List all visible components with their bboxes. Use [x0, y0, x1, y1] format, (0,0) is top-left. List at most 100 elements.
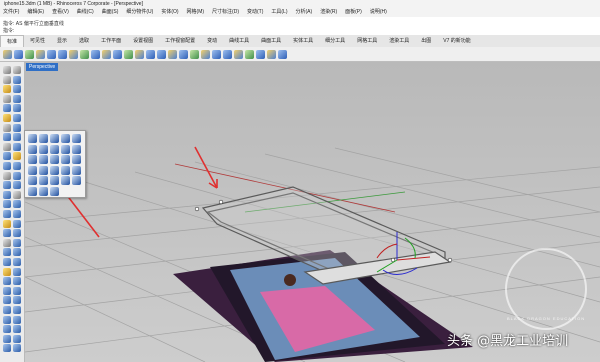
solid-tool-18-icon[interactable] — [50, 165, 59, 175]
tab-curve-tools[interactable]: 曲线工具 — [223, 35, 255, 47]
toolbar-13-icon[interactable] — [135, 49, 144, 59]
toolbar-4-icon[interactable] — [36, 49, 45, 59]
solid-tool-7-icon[interactable] — [39, 144, 48, 154]
command-prompt[interactable]: 指令: — [3, 27, 14, 34]
tool-51-icon[interactable] — [3, 306, 11, 314]
solid-tool-6-icon[interactable] — [28, 144, 37, 154]
tool-26-icon[interactable] — [13, 181, 21, 190]
solid-tool-3-icon[interactable] — [50, 134, 59, 143]
solid-tool-12-icon[interactable] — [39, 155, 48, 164]
tool-50-icon[interactable] — [13, 296, 21, 305]
tool-22-icon[interactable] — [13, 162, 21, 170]
tool-24-icon[interactable] — [13, 171, 21, 180]
toolbar-23-icon[interactable] — [245, 49, 254, 59]
menu-surface[interactable]: 曲面(S) — [99, 8, 124, 17]
tool-48-icon[interactable] — [13, 286, 21, 295]
solid-tool-1-icon[interactable] — [28, 134, 37, 143]
tool-14-icon[interactable] — [13, 123, 21, 132]
tool-4-icon[interactable] — [13, 75, 21, 84]
tool-37-icon[interactable] — [3, 238, 11, 247]
toolbar-11-icon[interactable] — [113, 49, 122, 59]
tool-31-icon[interactable] — [3, 210, 11, 218]
tool-32-icon[interactable] — [13, 210, 21, 218]
menu-edit[interactable]: 编辑(E) — [24, 8, 49, 17]
toolbar-18-icon[interactable] — [190, 49, 199, 59]
solid-tool-28-icon[interactable] — [50, 186, 59, 196]
solid-tool-4-icon[interactable] — [61, 134, 70, 143]
solid-tool-27-icon[interactable] — [39, 186, 48, 196]
tool-12-icon[interactable] — [13, 114, 21, 122]
tool-57-icon[interactable] — [3, 334, 11, 343]
tool-46-icon[interactable] — [13, 277, 21, 286]
tool-56-icon[interactable] — [13, 325, 21, 334]
toolbar-17-icon[interactable] — [179, 49, 188, 59]
tool-42-icon[interactable] — [13, 258, 21, 266]
toolbar-5-icon[interactable] — [47, 49, 56, 59]
tab-new-in-v7[interactable]: V7 的新功能 — [437, 35, 477, 47]
tool-9-icon[interactable] — [3, 104, 11, 113]
tool-25-icon[interactable] — [3, 181, 11, 190]
solid-tool-23-icon[interactable] — [50, 176, 59, 185]
tool-45-icon[interactable] — [3, 277, 11, 286]
tool-39-icon[interactable] — [3, 248, 11, 257]
toolbar-21-icon[interactable] — [223, 49, 232, 59]
toolbar-7-icon[interactable] — [69, 49, 78, 59]
toolbar-2-icon[interactable] — [14, 49, 23, 59]
menu-tools[interactable]: 工具(L) — [268, 8, 292, 17]
tool-44-icon[interactable] — [13, 267, 21, 276]
toolbar-24-icon[interactable] — [256, 49, 265, 59]
tool-20-icon[interactable] — [13, 152, 21, 161]
tool-7-icon[interactable] — [3, 94, 11, 103]
tool-47-icon[interactable] — [3, 286, 11, 295]
menu-help[interactable]: 说明(H) — [367, 8, 392, 17]
toolbar-8-icon[interactable] — [80, 49, 89, 59]
solid-tool-16-icon[interactable] — [28, 165, 37, 175]
tool-21-icon[interactable] — [3, 162, 11, 170]
solid-tool-21-icon[interactable] — [28, 176, 37, 185]
tool-5-icon[interactable] — [3, 85, 11, 94]
tab-transform[interactable]: 变动 — [201, 35, 223, 47]
toolbar-14-icon[interactable] — [146, 49, 155, 59]
tool-10-icon[interactable] — [13, 104, 21, 113]
solid-tool-26-icon[interactable] — [28, 186, 37, 196]
tab-viewport-layout[interactable]: 工作视窗配置 — [159, 35, 201, 47]
tool-43-icon[interactable] — [3, 267, 11, 276]
toolbar-12-icon[interactable] — [124, 49, 133, 59]
menu-analyze[interactable]: 分析(A) — [293, 8, 318, 17]
solid-tool-14-icon[interactable] — [61, 155, 70, 164]
solid-tool-17-icon[interactable] — [39, 165, 48, 175]
tool-33-icon[interactable] — [3, 219, 11, 228]
tool-35-icon[interactable] — [3, 229, 11, 238]
tool-6-icon[interactable] — [13, 85, 21, 94]
solid-tool-20-icon[interactable] — [72, 165, 81, 175]
tool-58-icon[interactable] — [13, 334, 21, 343]
tool-19-icon[interactable] — [3, 152, 11, 161]
perspective-viewport[interactable]: Perspective BLACK DRAGON EDUCATION 头条 @黑… — [25, 62, 600, 362]
tool-23-icon[interactable] — [3, 171, 11, 180]
solid-tool-25-icon[interactable] — [72, 176, 81, 185]
tool-53-icon[interactable] — [3, 315, 11, 324]
tool-40-icon[interactable] — [13, 248, 21, 257]
toolbar-3-icon[interactable] — [25, 49, 34, 59]
toolbar-6-icon[interactable] — [58, 49, 67, 59]
tab-surface-tools[interactable]: 曲面工具 — [255, 35, 287, 47]
tab-visibility[interactable]: 可见性 — [24, 35, 51, 47]
menu-curve[interactable]: 曲线(C) — [74, 8, 99, 17]
tab-subd-tools[interactable]: 细分工具 — [319, 35, 351, 47]
toolbar-16-icon[interactable] — [168, 49, 177, 59]
tab-display[interactable]: 显示 — [51, 35, 73, 47]
menu-panels[interactable]: 面板(P) — [342, 8, 367, 17]
tab-standard[interactable]: 标准 — [0, 35, 25, 47]
tool-11-icon[interactable] — [3, 114, 11, 122]
toolbar-26-icon[interactable] — [278, 49, 287, 59]
solid-tool-22-icon[interactable] — [39, 176, 48, 185]
tool-27-icon[interactable] — [3, 190, 11, 199]
tool-30-icon[interactable] — [13, 200, 21, 209]
tab-mesh-tools[interactable]: 网格工具 — [351, 35, 383, 47]
solid-tool-24-icon[interactable] — [61, 176, 70, 185]
solid-tool-13-icon[interactable] — [50, 155, 59, 164]
toolbar-10-icon[interactable] — [102, 49, 111, 59]
tab-select[interactable]: 选取 — [73, 35, 95, 47]
tool-41-icon[interactable] — [3, 258, 11, 266]
solid-tool-5-icon[interactable] — [72, 134, 81, 143]
